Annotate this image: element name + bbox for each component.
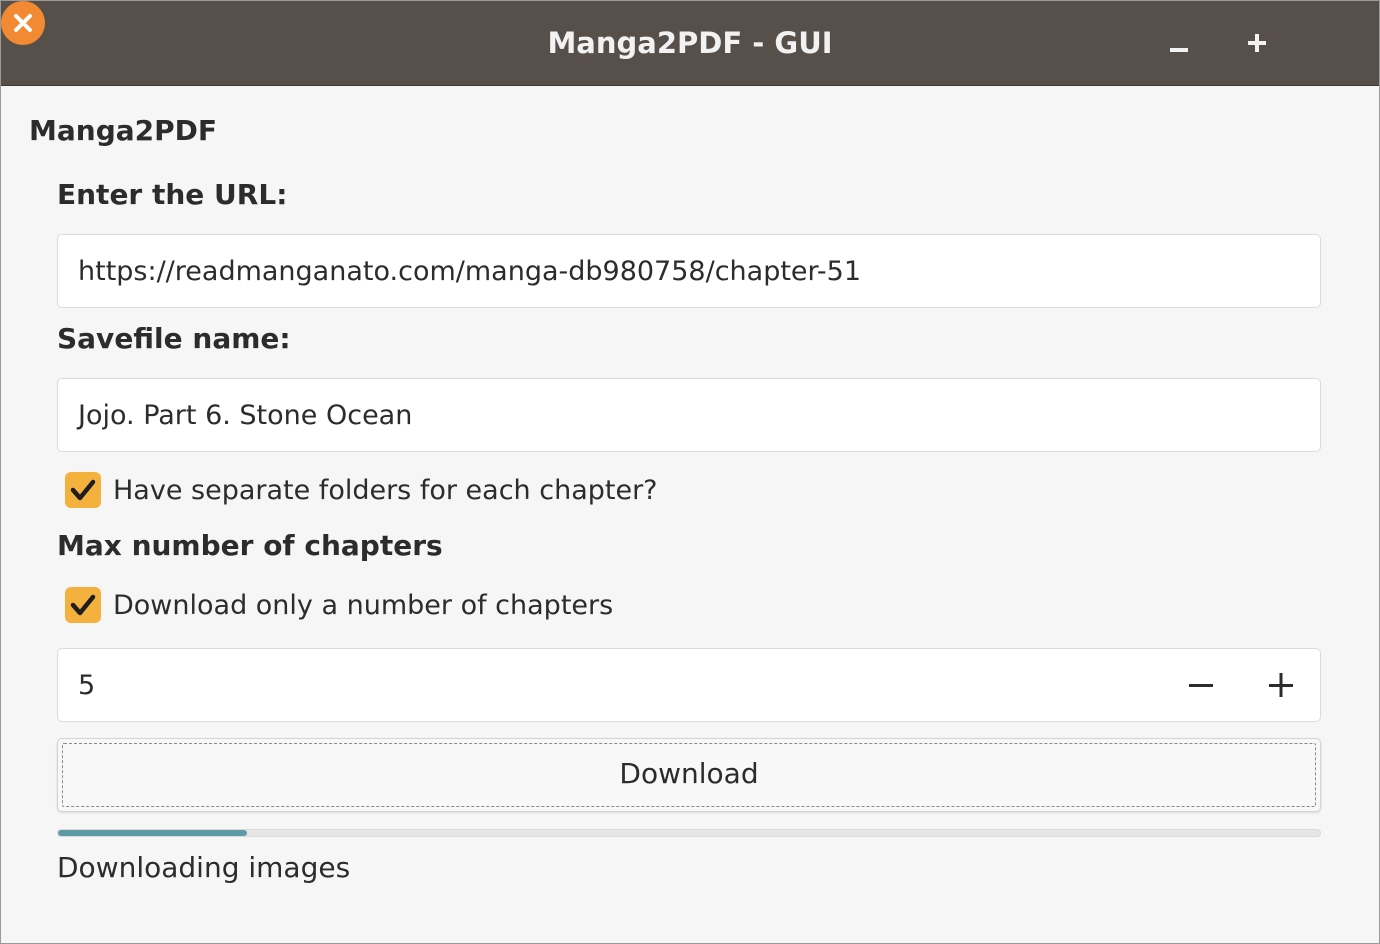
minimize-button[interactable] — [1159, 23, 1201, 65]
limit-chapters-checkbox[interactable] — [65, 587, 101, 623]
maximize-icon — [1248, 34, 1266, 52]
minus-icon — [1189, 684, 1213, 687]
url-label: Enter the URL: — [57, 178, 288, 211]
close-button[interactable] — [1, 1, 45, 45]
limit-chapters-label[interactable]: Download only a number of chapters — [113, 590, 613, 621]
download-button[interactable]: Download — [57, 738, 1321, 812]
max-chapters-label: Max number of chapters — [57, 529, 443, 562]
chapter-count-value[interactable]: 5 — [78, 670, 95, 701]
close-icon — [14, 14, 32, 32]
app-heading: Manga2PDF — [29, 114, 218, 147]
increment-button[interactable] — [1243, 649, 1317, 721]
progress-fill — [58, 830, 248, 836]
separate-folders-label[interactable]: Have separate folders for each chapter? — [113, 475, 658, 506]
progress-bar — [57, 829, 1321, 837]
separate-folders-checkbox-row[interactable]: Have separate folders for each chapter? — [65, 472, 658, 508]
url-input-value: https://readmanganato.com/manga-db980758… — [78, 255, 861, 287]
app-window: Manga2PDF - GUI Manga2PDF Enter the URL:… — [0, 0, 1380, 944]
title-bar[interactable]: Manga2PDF - GUI — [1, 1, 1379, 86]
decrement-button[interactable] — [1163, 649, 1237, 721]
main-content: Manga2PDF Enter the URL: https://readman… — [1, 86, 1379, 943]
checkmark-icon — [70, 594, 96, 616]
download-button-label: Download — [619, 757, 759, 790]
limit-chapters-checkbox-row[interactable]: Download only a number of chapters — [65, 587, 613, 623]
checkmark-icon — [70, 479, 96, 501]
maximize-button[interactable] — [1237, 23, 1279, 65]
minimize-icon — [1170, 48, 1188, 52]
status-text: Downloading images — [57, 851, 351, 884]
plus-icon — [1269, 673, 1293, 697]
savefile-input[interactable]: Jojo. Part 6. Stone Ocean — [57, 378, 1321, 452]
url-input[interactable]: https://readmanganato.com/manga-db980758… — [57, 234, 1321, 308]
chapter-count-spinbutton[interactable]: 5 — [57, 648, 1321, 722]
separate-folders-checkbox[interactable] — [65, 472, 101, 508]
savefile-label: Savefile name: — [57, 322, 291, 355]
savefile-input-value: Jojo. Part 6. Stone Ocean — [78, 399, 413, 431]
